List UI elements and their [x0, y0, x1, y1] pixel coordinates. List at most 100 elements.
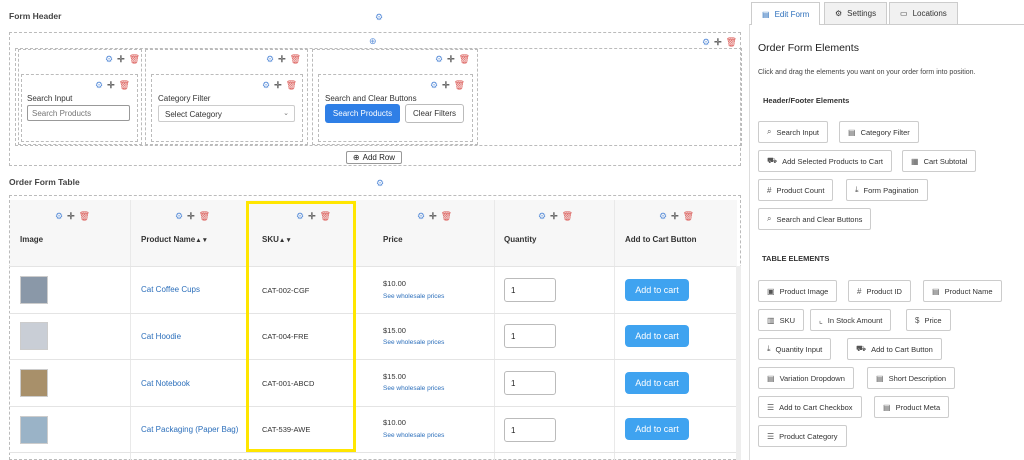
plus-circle-icon: ⊕	[352, 153, 360, 162]
element-sku[interactable]: ▥ SKU	[758, 309, 804, 331]
dollar-icon: $	[915, 315, 920, 325]
tab-edit-form[interactable]: ▤ Edit Form	[751, 2, 821, 25]
table-settings-icon[interactable]: ⚙	[376, 178, 384, 189]
dropdown-icon: ▤	[767, 373, 775, 383]
element-product-meta[interactable]: ▤ Product Meta	[874, 396, 950, 418]
gear-icon[interactable]: ⚙	[659, 211, 667, 222]
column-header-product-name[interactable]: Product Name▲▼	[141, 235, 208, 244]
element-search-clear-buttons[interactable]: ⌕ Search and Clear Buttons	[758, 208, 872, 230]
table-scrollbar[interactable]	[736, 266, 741, 460]
chip-label: Short Description	[888, 373, 947, 383]
gear-icon[interactable]: ⚙	[702, 37, 710, 48]
trash-icon[interactable]: 🗑	[286, 80, 297, 91]
element-product-count[interactable]: # Product Count	[758, 179, 834, 201]
move-icon[interactable]: ✛	[714, 37, 722, 48]
trash-icon[interactable]: 🗑	[726, 37, 737, 48]
add-to-cart-button[interactable]: Add to cart	[625, 325, 689, 347]
trash-icon[interactable]: 🗑	[119, 80, 130, 91]
gear-icon[interactable]: ⚙	[95, 80, 103, 91]
quantity-input[interactable]: 1	[504, 278, 556, 302]
trash-icon[interactable]: 🗑	[454, 80, 465, 91]
element-product-id[interactable]: # Product ID	[848, 280, 911, 302]
move-icon[interactable]: ✛	[107, 80, 115, 91]
sidebar-description: Click and drag the elements you want on …	[758, 69, 976, 76]
move-icon[interactable]: ✛	[67, 211, 75, 222]
element-add-to-cart-button[interactable]: ⛟ Add to Cart Button	[847, 338, 942, 360]
element-search-input[interactable]: ⌕ Search Input	[758, 121, 829, 143]
sort-icon[interactable]: ▲▼	[195, 237, 208, 244]
add-to-cart-button[interactable]: Add to cart	[625, 418, 689, 440]
trash-icon[interactable]: 🗑	[129, 54, 140, 65]
gear-icon[interactable]: ⚙	[262, 80, 270, 91]
product-name-link[interactable]: Cat Hoodie	[141, 332, 181, 341]
product-name-link[interactable]: Cat Packaging (Paper Bag)	[141, 425, 238, 434]
move-icon[interactable]: ✛	[187, 211, 195, 222]
element-product-name[interactable]: ▤ Product Name	[923, 280, 1002, 302]
column-header-price: Price	[383, 235, 403, 244]
document-icon: ▤	[932, 286, 940, 296]
quantity-input[interactable]: 1	[504, 371, 556, 395]
trash-icon[interactable]: 🗑	[290, 54, 301, 65]
search-products-button[interactable]: Search Products	[325, 104, 400, 123]
chip-label: Product Count	[776, 185, 825, 195]
move-icon[interactable]: ✛	[447, 54, 455, 65]
move-icon[interactable]: ✛	[278, 54, 286, 65]
gear-icon[interactable]: ⚙	[430, 80, 438, 91]
move-icon[interactable]: ✛	[117, 54, 125, 65]
add-row-button[interactable]: ⊕ Add Row	[346, 151, 402, 164]
column-controls: ⚙ ✛ 🗑	[105, 54, 140, 65]
wholesale-prices-link[interactable]: See wholesale prices	[383, 293, 444, 300]
trash-icon[interactable]: 🗑	[199, 211, 210, 222]
quantity-input[interactable]: 1	[504, 324, 556, 348]
tab-locations[interactable]: ▭ Locations	[889, 2, 958, 24]
element-price[interactable]: $ Price	[906, 309, 951, 331]
element-short-description[interactable]: ▤ Short Description	[867, 367, 956, 389]
trash-icon[interactable]: 🗑	[683, 211, 694, 222]
move-icon[interactable]: ✛	[671, 211, 679, 222]
tab-settings[interactable]: ⚙ Settings	[824, 2, 888, 24]
product-image	[20, 369, 48, 397]
clear-filters-button[interactable]: Clear Filters	[405, 104, 464, 123]
element-variation-dropdown[interactable]: ▤ Variation Dropdown	[758, 367, 854, 389]
gear-icon[interactable]: ⚙	[175, 211, 183, 222]
move-icon[interactable]: ✛	[442, 80, 450, 91]
gear-icon[interactable]: ⚙	[266, 54, 274, 65]
element-add-selected-to-cart[interactable]: ⛟ Add Selected Products to Cart	[758, 150, 892, 172]
element-quantity-input[interactable]: ⤓ Quantity Input	[758, 338, 832, 360]
product-name-link[interactable]: Cat Notebook	[141, 379, 190, 388]
gear-icon[interactable]: ⚙	[435, 54, 443, 65]
gear-icon[interactable]: ⚙	[417, 211, 425, 222]
search-input[interactable]	[27, 105, 130, 121]
wholesale-prices-link[interactable]: See wholesale prices	[383, 339, 444, 346]
category-select[interactable]: Select Category ⌄	[158, 105, 295, 122]
gear-icon[interactable]: ⚙	[538, 211, 546, 222]
download-icon: ⤓	[767, 344, 771, 353]
wholesale-prices-link[interactable]: See wholesale prices	[383, 432, 444, 439]
add-to-cart-button[interactable]: Add to cart	[625, 372, 689, 394]
element-product-image[interactable]: ▣ Product Image	[758, 280, 838, 302]
gear-icon[interactable]: ⚙	[105, 54, 113, 65]
row-controls: ⚙ ✛ 🗑	[702, 37, 737, 48]
gear-icon[interactable]: ⚙	[55, 211, 63, 222]
move-icon[interactable]: ✛	[550, 211, 558, 222]
chevron-down-icon: ⌄	[283, 110, 289, 117]
element-form-pagination[interactable]: ⤓ Form Pagination	[846, 179, 928, 201]
element-product-category[interactable]: ☰ Product Category	[758, 425, 847, 447]
trash-icon[interactable]: 🗑	[79, 211, 90, 222]
quantity-input[interactable]: 1	[504, 418, 556, 442]
move-icon[interactable]: ✛	[429, 211, 437, 222]
trash-icon[interactable]: 🗑	[441, 211, 452, 222]
list-icon: ☰	[767, 402, 775, 412]
element-add-to-cart-checkbox[interactable]: ☰ Add to Cart Checkbox	[758, 396, 862, 418]
add-to-cart-button[interactable]: Add to cart	[625, 279, 689, 301]
move-icon[interactable]: ✛	[274, 80, 282, 91]
trash-icon[interactable]: 🗑	[459, 54, 470, 65]
wholesale-prices-link[interactable]: See wholesale prices	[383, 385, 444, 392]
form-header-settings-icon[interactable]: ⚙	[375, 12, 383, 23]
row-settings-icon[interactable]: ⊕	[369, 36, 377, 47]
trash-icon[interactable]: 🗑	[562, 211, 573, 222]
element-category-filter[interactable]: ▤ Category Filter	[839, 121, 919, 143]
product-name-link[interactable]: Cat Coffee Cups	[141, 285, 200, 294]
element-cart-subtotal[interactable]: ▦ Cart Subtotal	[902, 150, 977, 172]
element-in-stock-amount[interactable]: ⌞ In Stock Amount	[810, 309, 892, 331]
